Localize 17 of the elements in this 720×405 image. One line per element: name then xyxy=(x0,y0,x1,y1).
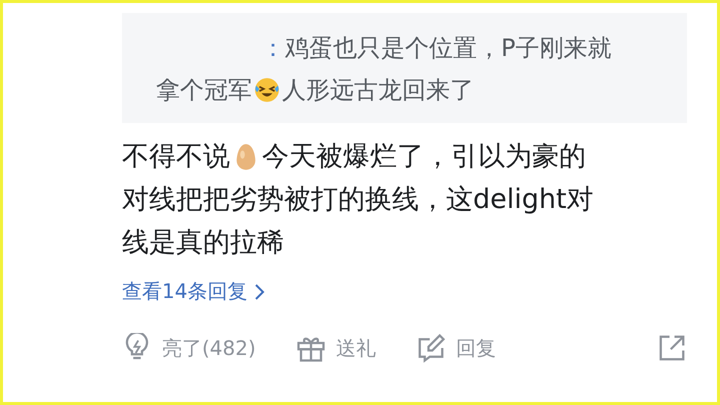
like-button[interactable]: 亮了(482) xyxy=(122,333,256,363)
comment-text: 不得不说 xyxy=(122,140,230,174)
comment-text: 拿个冠军 xyxy=(156,75,252,106)
username-separator: ： xyxy=(261,33,285,64)
laughing-emoji-icon xyxy=(254,77,280,103)
comment-text: 人形远古龙回来了 xyxy=(282,75,474,106)
comment-text: 对线把把劣势被打的换线，这delight对 xyxy=(122,183,594,217)
comment-text: 线是真的拉稀 xyxy=(122,226,284,260)
share-button[interactable] xyxy=(657,333,687,363)
comment-text: 鸡蛋也只是个位置，P子刚来就 xyxy=(285,33,612,64)
edit-comment-icon xyxy=(416,333,446,363)
reply-button[interactable]: 回复 xyxy=(416,333,496,363)
chevron-right-icon xyxy=(253,282,266,300)
expand-icon xyxy=(657,333,687,363)
comment-text: 今天被爆烂了，引以为豪的 xyxy=(262,140,586,174)
view-replies-link[interactable]: 查看14条回复 xyxy=(122,278,266,305)
gift-button[interactable]: 送礼 xyxy=(296,333,376,363)
